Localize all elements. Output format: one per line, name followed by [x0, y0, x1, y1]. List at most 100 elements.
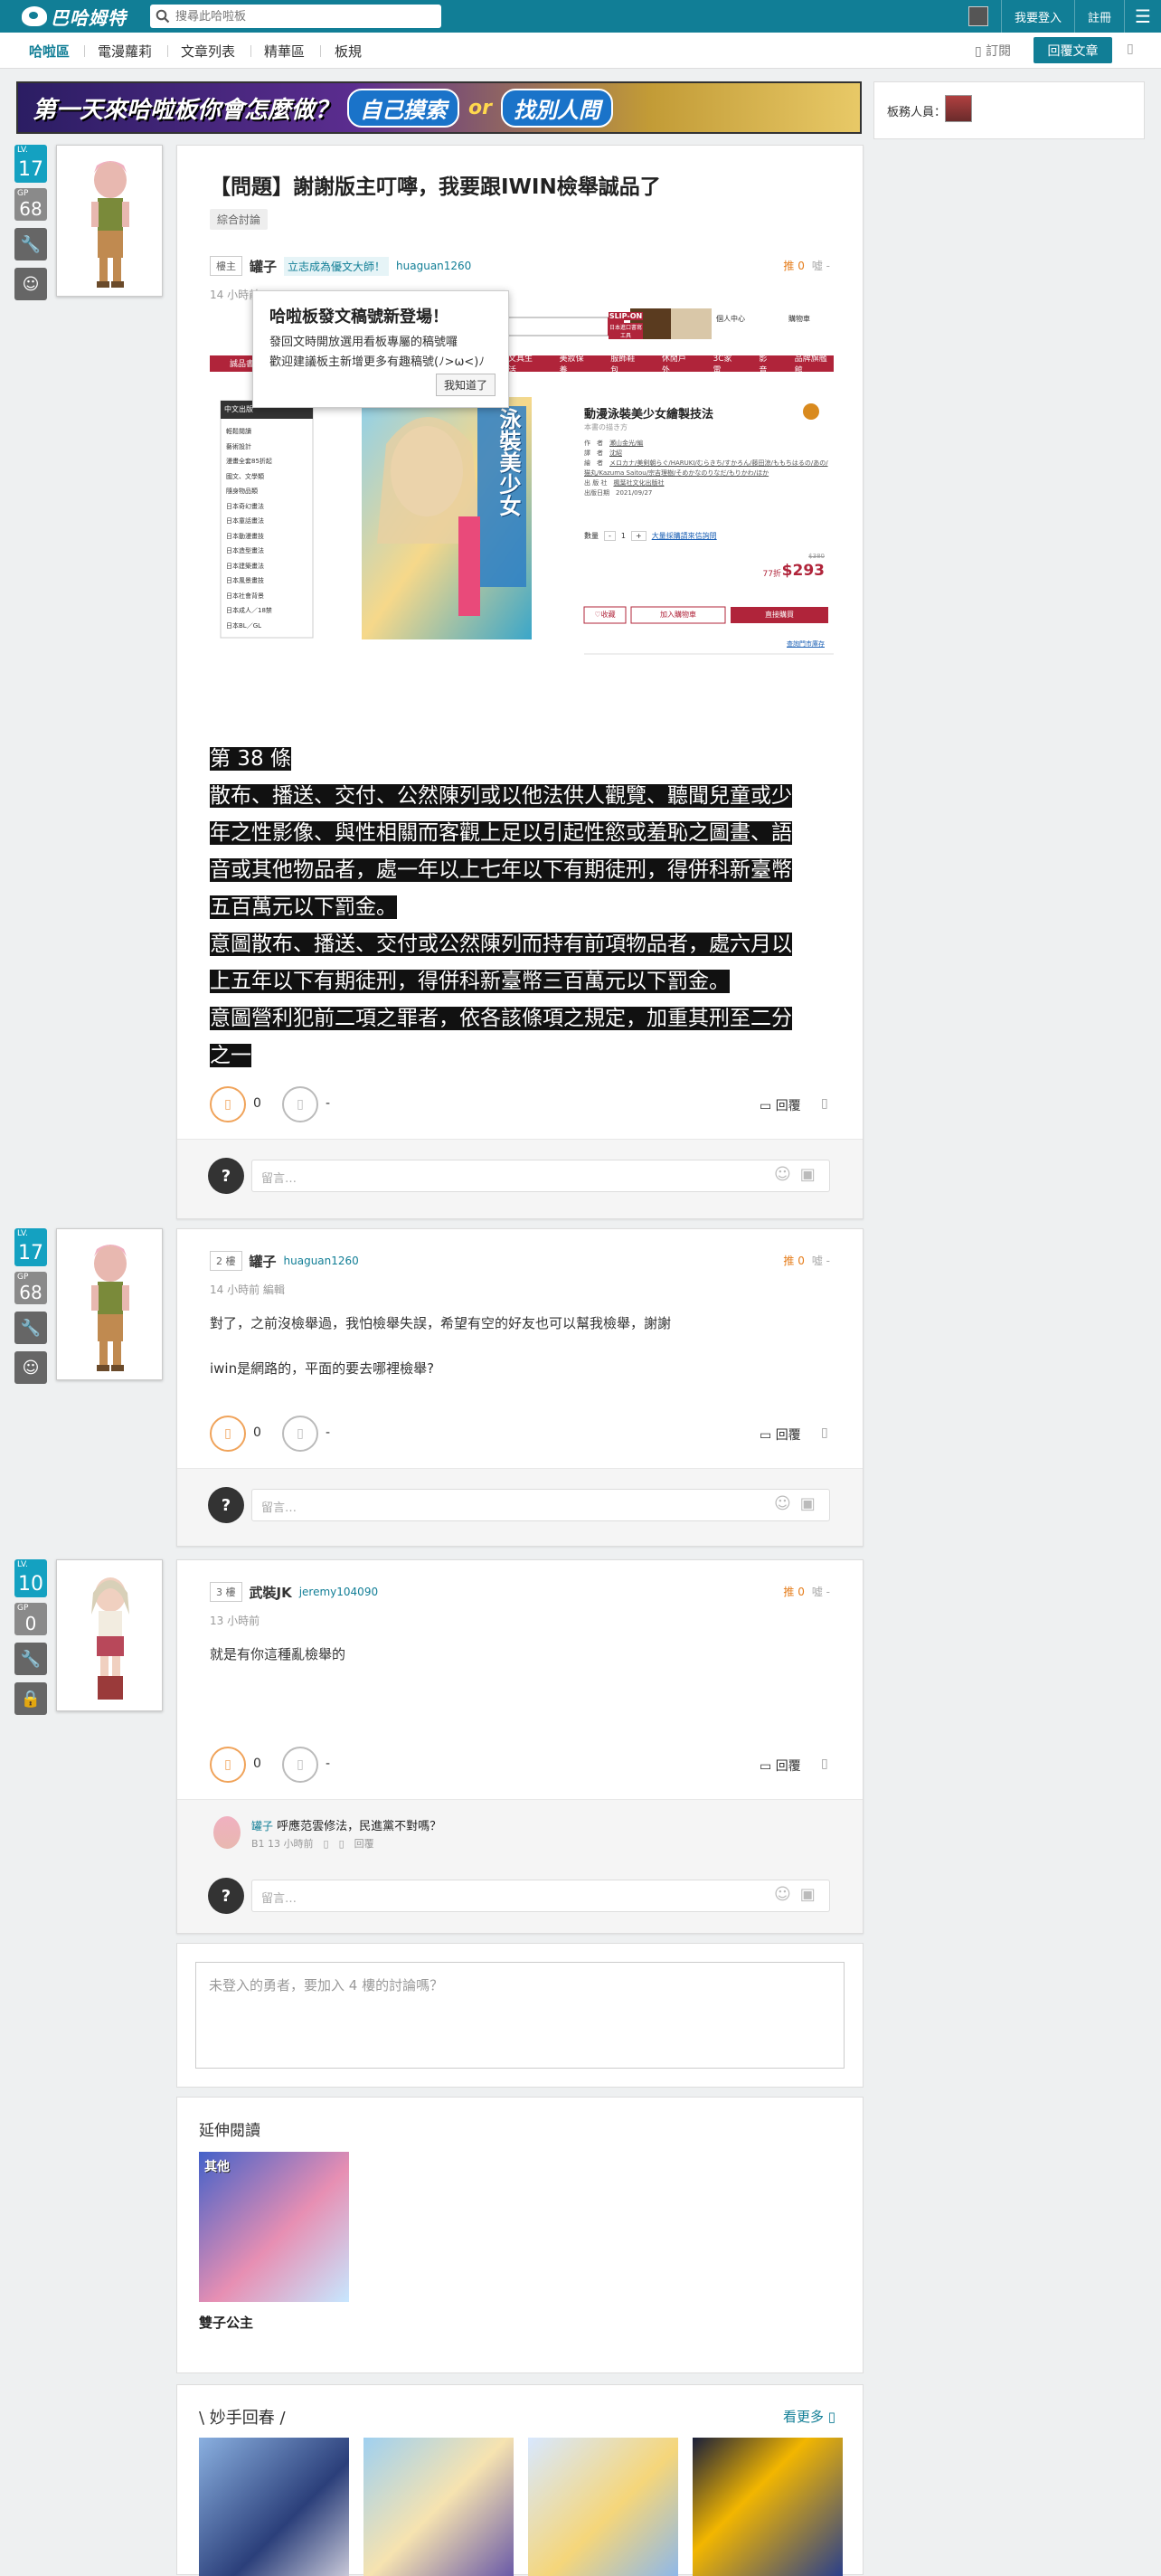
recommend-section: \ 妙手回春 / 看更多 ▯	[176, 2384, 864, 2576]
bp-vote-button[interactable]: ▯	[282, 1747, 318, 1783]
info-value[interactable]: メロカナ/美剣朝らぐ/HARUKI/むらきち/すかろん/藤田涼/ももちはるの/あ…	[584, 459, 828, 477]
author-avatar[interactable]	[56, 145, 163, 297]
wrench-icon: 🔧	[14, 1643, 47, 1675]
author-id[interactable]: huaguan1260	[396, 260, 471, 272]
search-input[interactable]	[175, 9, 429, 24]
bp-vote-button[interactable]: ▯	[282, 1086, 318, 1122]
stock-note[interactable]: 大量採購請來信詢問	[652, 531, 717, 541]
info-value[interactable]: 沈紹	[609, 450, 622, 457]
emoji-icon[interactable]: ☺	[774, 1165, 791, 1184]
recommend-thumbnail[interactable]	[363, 2438, 514, 2576]
register-link[interactable]: 註冊	[1075, 8, 1124, 25]
recommend-thumbnail[interactable]	[528, 2438, 678, 2576]
reply-article-button[interactable]: 回覆文章	[1034, 37, 1112, 63]
gp-label: GP	[17, 1273, 29, 1282]
info-row: 出 版 社 楓葉社文化出版社	[584, 478, 828, 488]
category-tag[interactable]: 綜合討論	[210, 209, 269, 230]
shop-sidebar-item: 隨身物品類	[226, 488, 258, 495]
hamburger-icon[interactable]: ☰	[1125, 5, 1161, 27]
favorite-button[interactable]: ♡收藏	[584, 610, 626, 620]
nav-rules[interactable]: 板規	[335, 42, 362, 61]
reply-button[interactable]: ▭ 回覆	[760, 1096, 801, 1114]
store-stock-link[interactable]: 查詢門市庫存	[787, 639, 825, 649]
gp-vote-button[interactable]: ▯	[210, 1086, 246, 1122]
divider	[167, 45, 168, 57]
author-id[interactable]: jeremy104090	[299, 1586, 378, 1598]
subscribe-button[interactable]: ▯ 訂閱	[975, 42, 1011, 60]
login-link[interactable]: 我要登入	[1002, 8, 1074, 25]
comment-author[interactable]: 罐子	[251, 1820, 273, 1833]
user-avatar[interactable]	[968, 6, 988, 26]
image-icon[interactable]: ▣	[800, 1494, 816, 1513]
nav-article-list[interactable]: 文章列表	[181, 42, 235, 61]
shop-sidebar-item: 日本奇幻畫法	[226, 502, 264, 510]
shop-nav-item: 休閒戶外	[661, 355, 686, 372]
image-icon[interactable]: ▣	[800, 1885, 816, 1904]
post-header: 3 樓 武裝JK jeremy104090	[210, 1582, 378, 1602]
emoji-icon[interactable]: ☺	[774, 1885, 791, 1904]
post-score: 推 0 噓 -	[783, 258, 830, 273]
moderators-panel: 板務人員：	[873, 81, 1145, 139]
law-line-text: 五百萬元以下罰金。	[210, 895, 397, 919]
author-name[interactable]: 武裝JK	[250, 1583, 292, 1602]
emoji-icon[interactable]: ☺	[774, 1494, 791, 1513]
sale-price: $293	[781, 562, 825, 580]
gp-score: 推 0	[783, 260, 805, 272]
image-icon[interactable]: ▣	[800, 1165, 816, 1184]
add-to-cart-button[interactable]: 加入購物車	[631, 610, 725, 620]
author-name[interactable]: 罐子	[250, 257, 277, 276]
top-right-actions: 我要登入 註冊 ☰	[968, 0, 1161, 33]
comment-reply[interactable]: 回覆	[354, 1838, 374, 1850]
gp-value: 68	[19, 198, 42, 220]
reply-button[interactable]: ▭ 回覆	[760, 1757, 801, 1775]
promo-banner[interactable]: 第一天來哈啦板你會怎麼做？ 自己摸索 or 找別人問	[16, 81, 862, 134]
nav-board-name[interactable]: 電漫蘿莉	[98, 42, 152, 61]
buy-now-button[interactable]: 直接購買	[731, 610, 828, 620]
guest-reply-input[interactable]: 未登入的勇者，要加入 4 樓的討論嗎？	[195, 1962, 845, 2069]
site-logo[interactable]: 巴哈姆特	[22, 4, 127, 29]
more-icon[interactable]: ▯	[1127, 42, 1134, 56]
guest-reply-area: 未登入的勇者，要加入 4 樓的討論嗎？	[176, 1943, 864, 2088]
reply-button[interactable]: ▭ 回覆	[760, 1425, 801, 1444]
popup-dismiss-button[interactable]: 我知道了	[435, 374, 496, 396]
shop-nav-item: 服飾鞋包	[610, 355, 636, 372]
qty-value[interactable]: 1	[621, 532, 626, 540]
speech-bubble-icon: ▭	[760, 1428, 776, 1443]
recommend-thumbnail[interactable]	[199, 2438, 349, 2576]
info-value[interactable]: 瀬山金光/編	[609, 440, 643, 447]
author-avatar[interactable]	[56, 1228, 163, 1380]
comment-text: 呼應范雲修法，民進黨不對嗎？	[277, 1820, 442, 1833]
recommend-thumbnail[interactable]	[693, 2438, 843, 2576]
gp-vote-button[interactable]: ▯	[210, 1416, 246, 1452]
info-row: 出版日期 2021/09/27	[584, 488, 828, 498]
author-id[interactable]: huaguan1260	[284, 1255, 359, 1267]
author-name[interactable]: 罐子	[250, 1252, 277, 1271]
post-time: 13 小時前	[210, 1615, 260, 1627]
more-icon[interactable]: ▯	[821, 1757, 828, 1771]
comment-input[interactable]: 留言…	[251, 1880, 830, 1912]
search-icon[interactable]	[156, 9, 170, 24]
shop-account: 個人中心	[716, 315, 745, 323]
see-more-link[interactable]: 看更多 ▯	[783, 2407, 835, 2426]
commenter-avatar[interactable]	[213, 1816, 241, 1849]
extended-thumbnail[interactable]: 其他	[199, 2152, 349, 2302]
more-icon[interactable]: ▯	[821, 1425, 828, 1440]
post-header: 樓主 罐子 立志成為優文大師！ huaguan1260	[210, 256, 471, 276]
extended-caption[interactable]: 雙子公主	[199, 2313, 253, 2332]
info-row: 譯 者 沈紹	[584, 449, 828, 459]
info-value[interactable]: 楓葉社文化出版社	[613, 479, 664, 487]
author-avatar[interactable]	[56, 1559, 163, 1711]
qty-minus[interactable]: -	[604, 531, 616, 541]
comment-input[interactable]: 留言…	[251, 1160, 830, 1192]
moderator-avatar[interactable]	[945, 95, 972, 122]
gp-vote-button[interactable]: ▯	[210, 1747, 246, 1783]
comment-tools: ☺ ▣	[774, 1885, 816, 1904]
comment-input[interactable]: 留言…	[251, 1489, 830, 1521]
qty-plus[interactable]: +	[630, 531, 647, 541]
shop-nav-item: 影音	[759, 355, 768, 372]
bp-vote-button[interactable]: ▯	[282, 1416, 318, 1452]
discount: 77折	[762, 570, 781, 579]
nav-home[interactable]: 哈啦區	[29, 42, 70, 61]
more-icon[interactable]: ▯	[821, 1096, 828, 1111]
nav-featured[interactable]: 精華區	[264, 42, 305, 61]
